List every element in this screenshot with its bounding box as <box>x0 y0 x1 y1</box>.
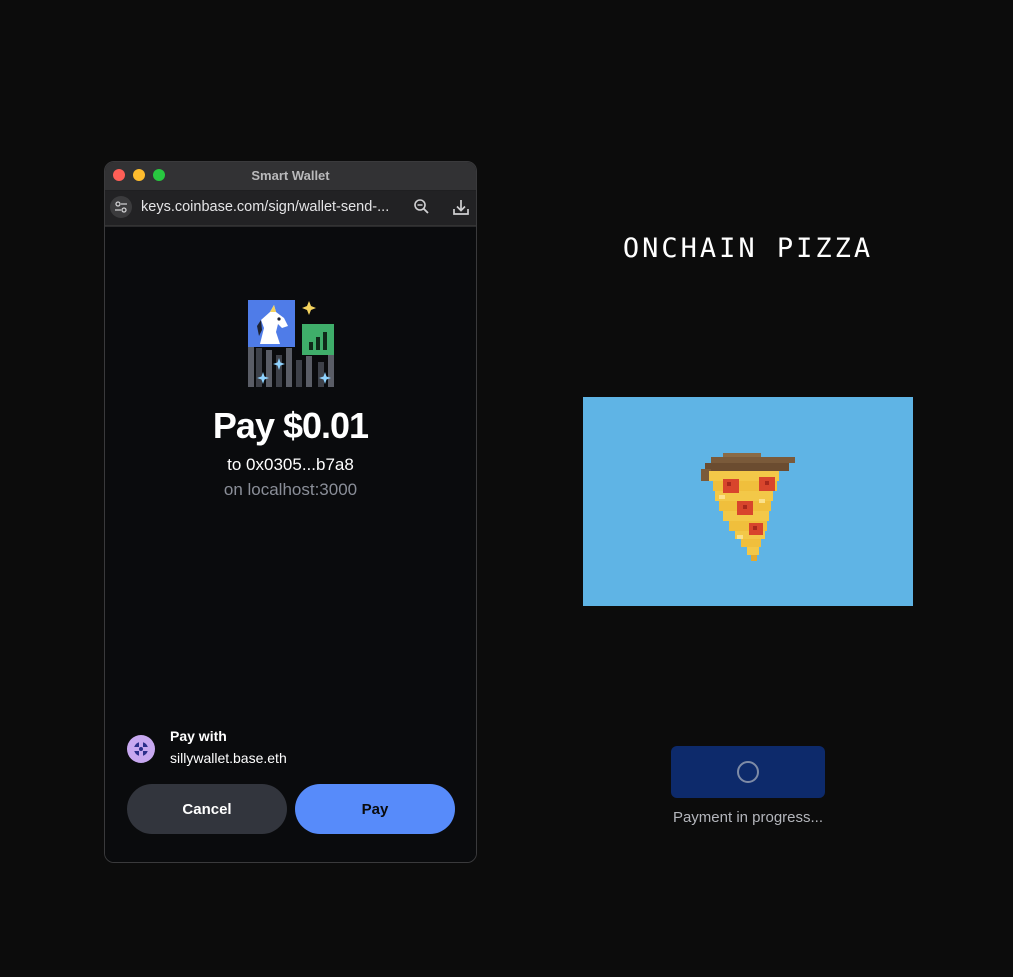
unicorn-illustration-icon <box>248 300 334 387</box>
payment-recipient: to 0x0305...b7a8 <box>227 455 354 474</box>
spinner-icon <box>737 761 759 783</box>
url-text[interactable]: keys.coinbase.com/sign/wallet-send-... <box>141 199 403 215</box>
payment-origin: on localhost:3000 <box>223 480 358 499</box>
app-title: ONCHAIN PIZZA <box>622 233 874 264</box>
wallet-avatar-icon <box>127 735 155 763</box>
window-titlebar: Smart Wallet <box>105 162 476 191</box>
cancel-button[interactable]: Cancel <box>127 784 287 834</box>
smart-wallet-window: Smart Wallet keys.coinbase.com/sign/wall… <box>104 161 477 863</box>
site-settings-icon[interactable] <box>110 196 132 218</box>
pay-with-account: sillywallet.base.eth <box>170 750 287 766</box>
pizza-slice-icon <box>701 453 795 561</box>
pay-button[interactable]: Pay <box>295 784 455 834</box>
payment-status: Payment in progress... <box>672 809 824 826</box>
payment-amount: Pay $0.01 <box>212 405 369 446</box>
transaction-button[interactable] <box>671 746 825 798</box>
zoom-icon[interactable] <box>413 198 431 221</box>
url-bar: keys.coinbase.com/sign/wallet-send-... <box>105 191 476 226</box>
pizza-image <box>583 397 913 606</box>
window-title: Smart Wallet <box>251 168 330 183</box>
pay-with-label: Pay with <box>170 728 227 744</box>
wallet-content: Pay $0.01 to 0x0305...b7a8 on localhost:… <box>105 226 476 862</box>
download-icon[interactable] <box>451 197 471 222</box>
